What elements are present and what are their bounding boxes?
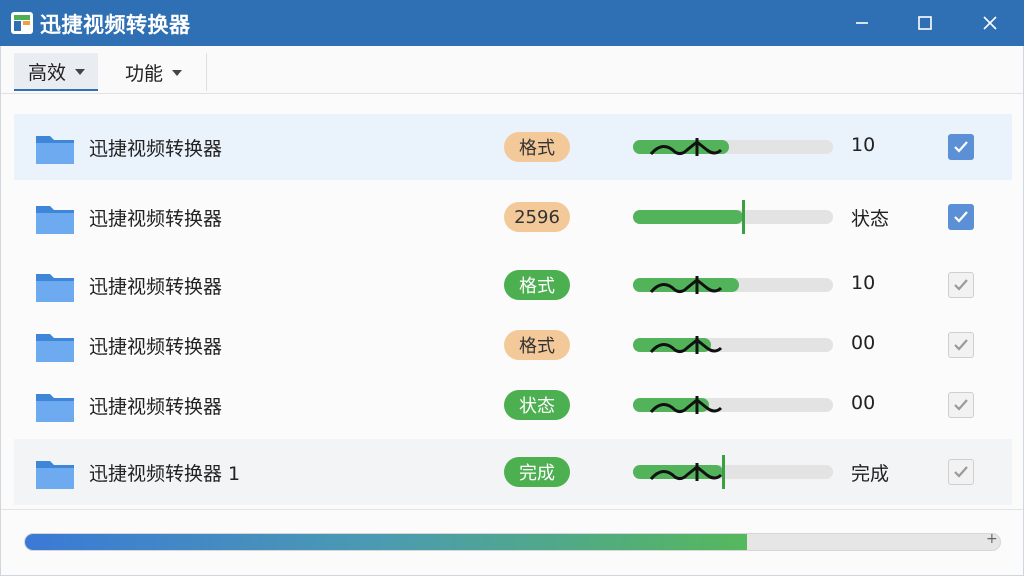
title-bar: 迅捷视频转换器: [0, 0, 1024, 46]
divider: [1, 509, 1023, 510]
folder-icon: [36, 461, 74, 489]
checkmark-icon: [954, 279, 968, 291]
list-item[interactable]: 迅捷视频转换器 格式 10: [14, 114, 1012, 180]
file-name: 迅捷视频转换器: [89, 208, 223, 230]
menu-dropdown-efficient[interactable]: 高效: [14, 53, 98, 91]
file-progress-bar: [633, 396, 833, 414]
checkmark-icon: [954, 211, 968, 223]
file-progress-bar: [633, 200, 833, 234]
waveform-icon: [649, 276, 723, 294]
row-checkbox[interactable]: [948, 272, 974, 298]
file-value: 00: [851, 392, 876, 414]
overall-progress-bar: [24, 533, 1001, 551]
minimize-button[interactable]: [832, 0, 892, 46]
folder-icon: [36, 394, 74, 422]
overall-progress-fill: [25, 534, 747, 550]
checkmark-icon: [954, 399, 968, 411]
file-value: 10: [851, 134, 876, 156]
list-item[interactable]: 迅捷视频转换器 2596 状态: [14, 184, 1012, 250]
file-name: 迅捷视频转换器: [89, 396, 223, 418]
status-badge: 格式: [504, 132, 570, 162]
row-checkbox[interactable]: [948, 134, 974, 160]
list-item[interactable]: 迅捷视频转换器 状态 00: [14, 372, 1012, 438]
folder-icon: [36, 206, 74, 234]
maximize-icon: [918, 16, 932, 30]
row-checkbox[interactable]: [948, 392, 974, 418]
chevron-down-icon: [172, 70, 183, 76]
folder-icon: [36, 274, 74, 302]
file-progress-bar: [633, 276, 833, 294]
close-button[interactable]: [960, 0, 1020, 46]
folder-icon: [36, 334, 74, 362]
status-badge: 状态: [504, 390, 570, 420]
file-name: 迅捷视频转换器: [89, 276, 223, 298]
file-name: 迅捷视频转换器: [89, 336, 223, 358]
menu-label: 功能: [125, 62, 164, 85]
file-progress-fill: [633, 210, 743, 224]
list-item[interactable]: 迅捷视频转换器 格式 00: [14, 312, 1012, 378]
checkmark-icon: [954, 466, 968, 478]
minimize-icon: [856, 22, 868, 24]
row-checkbox[interactable]: [948, 332, 974, 358]
file-value: 00: [851, 332, 876, 354]
status-badge: 2596: [504, 202, 570, 232]
file-progress-bar: [633, 336, 833, 354]
progress-marker[interactable]: [742, 200, 745, 234]
file-name: 迅捷视频转换器 1: [89, 463, 241, 485]
waveform-icon: [649, 396, 723, 414]
checkmark-icon: [954, 339, 968, 351]
folder-icon: [36, 136, 74, 164]
row-checkbox[interactable]: [948, 459, 974, 485]
waveform-icon: [649, 138, 723, 156]
file-name: 迅捷视频转换器: [89, 138, 223, 160]
file-value: 状态: [851, 208, 890, 230]
file-progress-bar: [633, 455, 833, 489]
toolbar: 高效 功能: [1, 46, 1023, 94]
status-badge: 格式: [504, 270, 570, 300]
status-badge: 格式: [504, 330, 570, 360]
list-item[interactable]: 迅捷视频转换器 1 完成 完成: [14, 439, 1012, 505]
file-value: 完成: [851, 463, 890, 485]
waveform-icon: [649, 336, 723, 354]
file-value: 10: [851, 272, 876, 294]
row-checkbox[interactable]: [948, 204, 974, 230]
menu-dropdown-function[interactable]: 功能: [111, 53, 207, 91]
plus-icon[interactable]: +: [986, 531, 998, 547]
menu-label: 高效: [28, 61, 67, 84]
file-progress-bar: [633, 138, 833, 156]
list-item[interactable]: 迅捷视频转换器 格式 10: [14, 252, 1012, 318]
chevron-down-icon: [75, 69, 86, 75]
close-icon: [983, 16, 997, 30]
maximize-button[interactable]: [895, 0, 955, 46]
checkmark-icon: [954, 141, 968, 153]
window-title: 迅捷视频转换器: [40, 13, 191, 37]
waveform-icon: [649, 463, 723, 481]
main-window: 高效 功能 迅捷视频转换器 格式 10 迅捷视频转换器 2596 状态 迅捷视频转换器 格式 1…: [0, 46, 1024, 576]
app-logo-icon: [11, 12, 33, 34]
status-badge: 完成: [504, 457, 570, 487]
